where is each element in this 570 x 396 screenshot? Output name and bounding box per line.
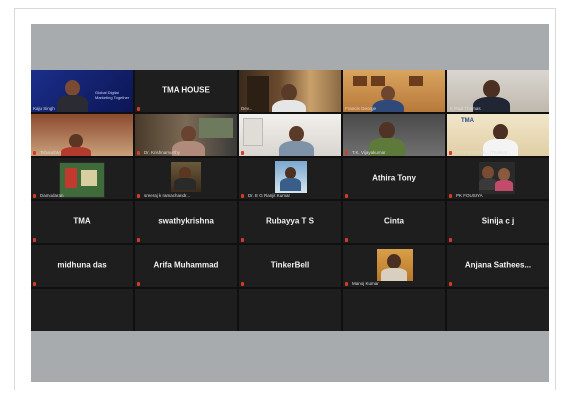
- mic-muted-icon: [137, 238, 140, 243]
- participant-tile[interactable]: Ajit Joseph: [239, 113, 341, 156]
- participant-name: PK FOUSIYA: [456, 193, 483, 199]
- participant-name: midhuna das: [57, 260, 107, 270]
- participant-tile[interactable]: Manoj Kumar: [343, 245, 445, 288]
- top-gray-band: [31, 24, 549, 70]
- mic-muted-icon: [241, 194, 244, 199]
- participant-name: Arifa Muhammad: [153, 260, 219, 270]
- mic-muted-icon: [137, 194, 140, 199]
- mic-muted-icon: [345, 282, 348, 287]
- mic-muted-icon: [33, 150, 36, 155]
- participant-tile[interactable]: midhuna das: [31, 245, 133, 288]
- participant-tile[interactable]: Dr. E G Ranjit Kumar: [239, 157, 341, 200]
- participant-tile[interactable]: [447, 289, 549, 331]
- participant-tile[interactable]: Dev...: [239, 70, 341, 112]
- participant-tile[interactable]: T.K. Vijayakumar: [343, 113, 445, 156]
- participant-tile[interactable]: TMA HOUSE: [135, 70, 237, 112]
- participant-tile[interactable]: PK FOUSIYA: [447, 157, 549, 200]
- participant-name: Sinija c j: [481, 217, 515, 227]
- participant-name: Dr. V M Zavier... (Thakkal...: [456, 149, 511, 155]
- participant-tile-active-speaker[interactable]: K Paul Thomas: [447, 70, 549, 112]
- participant-tile[interactable]: TMA: [31, 201, 133, 244]
- participant-name: Ajit Joseph: [248, 149, 271, 155]
- participant-tile[interactable]: [343, 289, 445, 331]
- mic-muted-icon: [137, 282, 140, 287]
- participant-tile[interactable]: [239, 289, 341, 331]
- mic-muted-icon: [137, 106, 140, 111]
- participant-name: T.K. Vijayakumar: [352, 149, 386, 155]
- participant-tile[interactable]: [135, 289, 237, 331]
- participant-name: Rubayya T S: [265, 217, 314, 227]
- participant-tile[interactable]: sreeraj k ramachandr...: [135, 157, 237, 200]
- participant-name: Tshandran: [40, 149, 62, 155]
- participant-tile[interactable]: [31, 289, 133, 331]
- mic-muted-icon: [449, 238, 452, 243]
- mic-muted-icon: [33, 238, 36, 243]
- participant-name: Dev...: [241, 105, 253, 111]
- participant-tile[interactable]: Tshandran: [31, 113, 133, 156]
- mic-muted-icon: [241, 150, 244, 155]
- participant-name: Damodaran: [40, 193, 64, 199]
- participant-name: TinkerBell: [270, 260, 310, 270]
- participant-tile[interactable]: Global Digital Marketing Together Kaju S…: [31, 70, 133, 112]
- participant-name: swathykrishna: [158, 217, 214, 227]
- mic-muted-icon: [241, 282, 244, 287]
- participant-tile[interactable]: Arifa Muhammad: [135, 245, 237, 288]
- participant-name: Kaju Singh: [33, 105, 55, 111]
- participant-name: Dr. Krishnamurthy: [144, 149, 181, 155]
- participant-name: Dr. E G Ranjit Kumar: [248, 193, 291, 199]
- mic-muted-icon: [33, 282, 36, 287]
- mic-muted-icon: [345, 194, 348, 199]
- participant-tile[interactable]: Dr. Krishnamurthy: [135, 113, 237, 156]
- participant-tile[interactable]: Francis George: [343, 70, 445, 112]
- participant-name: Anjana Sathees...: [464, 260, 532, 270]
- participant-tile[interactable]: Anjana Sathees...: [447, 245, 549, 288]
- mic-muted-icon: [33, 194, 36, 199]
- mic-muted-icon: [345, 150, 348, 155]
- participant-name: sreeraj k ramachandr...: [144, 193, 191, 199]
- participant-name: TMA: [73, 217, 91, 227]
- participant-tile[interactable]: Rubayya T S: [239, 201, 341, 244]
- participant-name: TMA HOUSE: [162, 85, 210, 95]
- mic-muted-icon: [345, 238, 348, 243]
- participant-tile[interactable]: Cinta: [343, 201, 445, 244]
- banner-line-2: Marketing Together: [95, 95, 130, 100]
- mic-muted-icon: [449, 282, 452, 287]
- mic-muted-icon: [241, 238, 244, 243]
- participant-tile[interactable]: Sinija c j: [447, 201, 549, 244]
- participant-tile[interactable]: swathykrishna: [135, 201, 237, 244]
- participant-name: Manoj Kumar: [352, 281, 379, 287]
- tma-logo: TMA: [461, 117, 474, 124]
- participant-name: K Paul Thomas: [450, 105, 481, 111]
- participant-name: Cinta: [384, 217, 404, 227]
- bottom-gray-band: [31, 331, 549, 382]
- participant-tile[interactable]: Damodaran: [31, 157, 133, 200]
- participant-tile[interactable]: Athira Tony: [343, 157, 445, 200]
- mic-muted-icon: [449, 194, 452, 199]
- mic-muted-icon: [449, 150, 452, 155]
- mic-muted-icon: [137, 150, 140, 155]
- gallery-view: Global Digital Marketing Together Kaju S…: [31, 70, 549, 331]
- participant-tile[interactable]: TMA Dr. V M Zavier... (Thakkal...: [447, 113, 549, 156]
- participant-name: Athira Tony: [372, 173, 416, 183]
- participant-tile[interactable]: TinkerBell: [239, 245, 341, 288]
- participant-name: Francis George: [345, 105, 377, 111]
